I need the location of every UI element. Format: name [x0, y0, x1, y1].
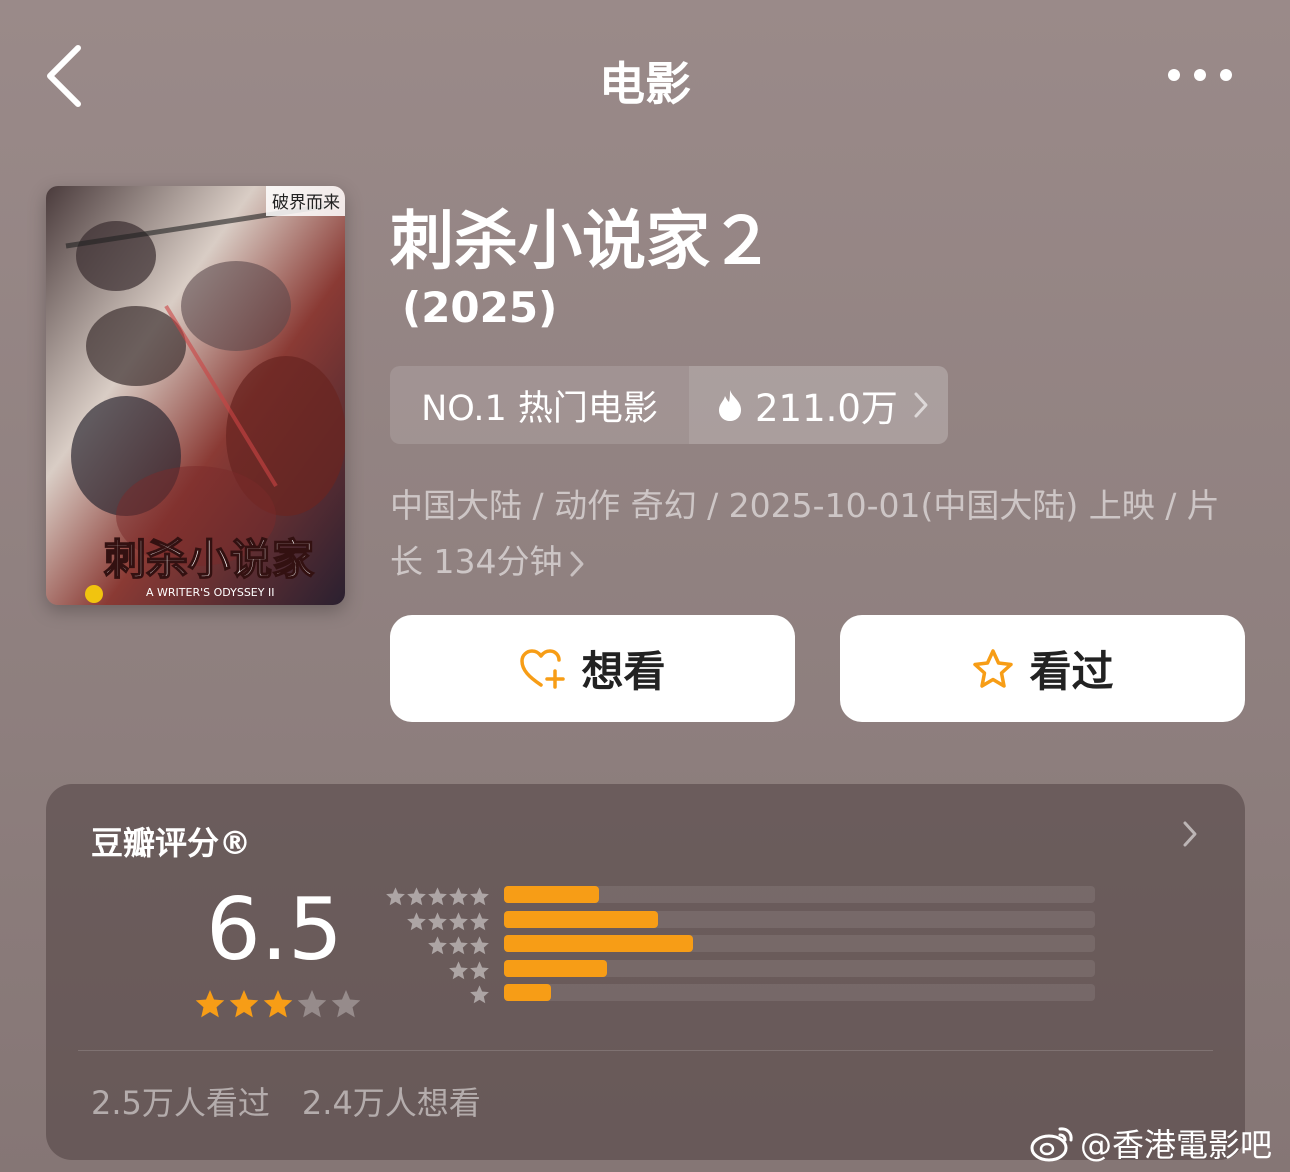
distribution-track: [504, 984, 1095, 1001]
chevron-right-icon: [570, 551, 584, 576]
score-stars: [194, 988, 362, 1020]
svg-text:破界而来: 破界而来: [272, 193, 340, 213]
want-label: 想看: [581, 647, 666, 696]
rating-counts: 2.5万人看过 2.4万人想看: [91, 1078, 481, 1124]
star-empty-icon: [331, 990, 361, 1018]
star-icon: [470, 911, 489, 930]
rank-badge[interactable]: NO.1 热门电影: [390, 366, 689, 444]
svg-text:刺杀小说家: 刺杀小说家: [104, 535, 314, 584]
rating-title: 豆瓣评分®: [91, 824, 252, 862]
star-icon: [470, 960, 489, 979]
star-outline-icon: [973, 648, 1014, 688]
distribution-track: [504, 935, 1095, 952]
fire-icon: [719, 390, 741, 421]
more-icon: [1168, 69, 1232, 81]
watermark: @香港電影吧: [1030, 1120, 1272, 1166]
rating-distribution: [384, 884, 1096, 1007]
star-icon: [449, 887, 468, 906]
rank-box: NO.1 热门电影 211.0万: [390, 366, 948, 444]
distribution-row: [384, 884, 1096, 909]
want-button[interactable]: 想看: [390, 615, 795, 722]
distribution-row: [384, 933, 1096, 958]
seen-label: 看过: [1029, 647, 1114, 696]
star-icon: [386, 887, 405, 906]
star-filled-icon: [229, 990, 259, 1018]
star-icon: [428, 911, 447, 930]
distribution-stars: [427, 935, 490, 956]
heat-value: 211.0万: [755, 387, 898, 430]
star-icon: [407, 887, 426, 906]
star-icon: [407, 911, 426, 930]
seen-button[interactable]: 看过: [840, 615, 1245, 722]
distribution-bar: [504, 984, 552, 1001]
star-filled-icon: [195, 990, 225, 1018]
heart-plus-icon: [520, 648, 566, 689]
distribution-track: [504, 886, 1095, 903]
more-button[interactable]: [1160, 58, 1240, 94]
distribution-stars: [406, 911, 490, 932]
svg-text:A WRITER'S ODYSSEY II: A WRITER'S ODYSSEY II: [146, 586, 274, 599]
distribution-bar: [504, 886, 599, 903]
chevron-right-icon: [1183, 821, 1197, 847]
star-icon: [470, 887, 489, 906]
star-icon: [449, 911, 468, 930]
star-icon: [470, 936, 489, 955]
distribution-row: [384, 958, 1096, 983]
movie-poster[interactable]: 破界而来 刺杀小说家 A WRITER'S ODYSSEY II: [46, 186, 345, 605]
distribution-track: [504, 959, 1095, 977]
seen-count: 2.5万人看过: [91, 1084, 270, 1122]
meta-text: 中国大陆 / 动作 奇幻 / 2025-10-01(中国大陆) 上映 / 片长 …: [390, 486, 1220, 581]
nav-bar: 电影: [0, 0, 1290, 150]
want-count: 2.4万人想看: [301, 1084, 481, 1122]
star-empty-icon: [297, 990, 327, 1018]
distribution-bar: [504, 959, 608, 977]
star-icon: [470, 985, 489, 1004]
star-icon: [428, 936, 447, 955]
poster-image: 破界而来 刺杀小说家 A WRITER'S ODYSSEY II: [46, 186, 345, 605]
rating-score: 6.5: [206, 880, 343, 980]
star-icon: [449, 960, 468, 979]
distribution-stars: [469, 984, 490, 1005]
distribution-row: [384, 982, 1096, 1007]
movie-meta[interactable]: 中国大陆 / 动作 奇幻 / 2025-10-01(中国大陆) 上映 / 片长 …: [390, 478, 1250, 590]
distribution-track: [504, 910, 1095, 928]
distribution-row: [384, 909, 1096, 934]
divider: [78, 1050, 1213, 1051]
distribution-bar: [504, 935, 694, 952]
page-title: 电影: [599, 57, 691, 111]
star-icon: [449, 936, 468, 955]
star-filled-icon: [263, 990, 293, 1018]
distribution-stars: [385, 886, 490, 907]
weibo-icon: [1030, 1127, 1073, 1162]
watermark-text: @香港電影吧: [1080, 1126, 1273, 1164]
rating-card[interactable]: 豆瓣评分® 6.5 2.5万人看过 2.4万人想看: [46, 784, 1245, 1160]
movie-title: 刺杀小说家２: [390, 205, 774, 279]
heat-badge[interactable]: 211.0万: [689, 366, 948, 444]
star-icon: [428, 887, 447, 906]
movie-year: (2025): [402, 283, 558, 332]
distribution-stars: [448, 960, 490, 981]
chevron-right-icon: [914, 392, 928, 418]
rank-label: NO.1 热门电影: [421, 388, 658, 429]
distribution-bar: [504, 910, 658, 928]
